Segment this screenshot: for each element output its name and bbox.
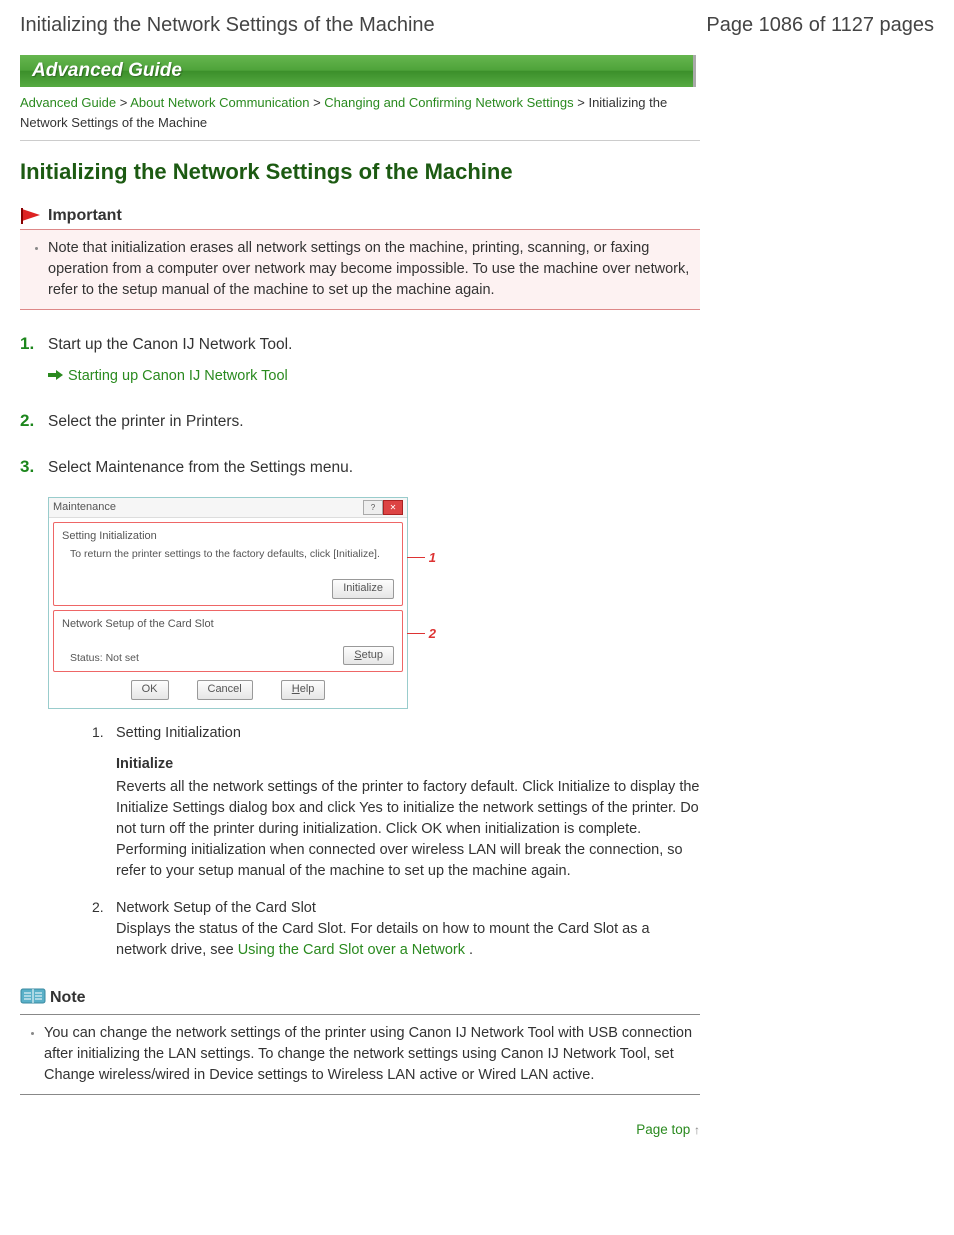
page-indicator: Page 1086 of 1127 pages	[706, 14, 934, 37]
page-header-title: Initializing the Network Settings of the…	[20, 14, 435, 37]
note-text: You can change the network settings of t…	[44, 1023, 694, 1086]
note-heading: Note	[20, 987, 700, 1010]
close-icon[interactable]: ✕	[383, 500, 403, 515]
detail-title: Network Setup of the Card Slot	[116, 900, 316, 916]
detail-bold: Initialize	[116, 754, 700, 775]
up-arrow-icon: ↑	[694, 1123, 700, 1137]
step-number: 3.	[20, 457, 38, 977]
setup-button[interactable]: SSetupetup	[343, 646, 394, 665]
divider	[20, 140, 700, 141]
section-title: Network Setup of the Card Slot	[62, 617, 394, 632]
note-box: You can change the network settings of t…	[20, 1014, 700, 1095]
detail-item-1: 1. Setting Initialization Initialize Rev…	[92, 723, 700, 882]
starting-up-link[interactable]: Starting up Canon IJ Network Tool	[68, 366, 288, 386]
card-slot-link[interactable]: Using the Card Slot over a Network	[238, 942, 465, 958]
step-number: 1.	[20, 334, 38, 387]
help-button[interactable]: HelpHelp	[281, 680, 326, 699]
callout-1: 1	[407, 549, 436, 567]
dialog-section-init: Setting Initialization To return the pri…	[53, 522, 403, 605]
status-label: Status: Not set	[62, 651, 139, 666]
ok-button[interactable]: OK	[131, 680, 169, 699]
callout-2: 2	[407, 625, 436, 643]
step-2: 2. Select the printer in Printers.	[20, 411, 700, 433]
breadcrumb-sep: >	[313, 95, 324, 110]
important-heading: Important	[20, 207, 700, 225]
breadcrumb-sep: >	[120, 95, 131, 110]
step-number: 2.	[20, 411, 38, 433]
detail-body-suffix: .	[469, 942, 473, 958]
important-label: Important	[48, 207, 122, 225]
detail-num: 2.	[92, 898, 108, 961]
section-sub: To return the printer settings to the fa…	[62, 547, 394, 562]
maintenance-dialog: 1 2 Maintenance ? ✕ Setting Initializati…	[48, 497, 408, 709]
step-text: Select Maintenance from the Settings men…	[48, 457, 700, 479]
flag-icon	[20, 207, 44, 225]
dialog-title: Maintenance	[53, 500, 116, 515]
detail-body: Reverts all the network settings of the …	[116, 779, 700, 879]
initialize-button[interactable]: Initialize	[332, 579, 394, 598]
step-3: 3. Select Maintenance from the Settings …	[20, 457, 700, 977]
banner-advanced-guide: Advanced Guide	[20, 55, 696, 87]
important-text: Note that initialization erases all netw…	[48, 238, 690, 301]
detail-title: Setting Initialization	[116, 725, 241, 741]
help-icon[interactable]: ?	[363, 500, 383, 515]
step-text: Start up the Canon IJ Network Tool.	[48, 334, 700, 356]
important-box: Note that initialization erases all netw…	[20, 229, 700, 310]
section-title: Setting Initialization	[62, 529, 394, 544]
step-1: 1. Start up the Canon IJ Network Tool. S…	[20, 334, 700, 387]
breadcrumb-link-2[interactable]: About Network Communication	[130, 95, 309, 110]
note-label: Note	[50, 989, 86, 1007]
cancel-button[interactable]: Cancel	[197, 680, 253, 699]
page-title: Initializing the Network Settings of the…	[20, 159, 700, 185]
dialog-section-cardslot: Network Setup of the Card Slot Status: N…	[53, 610, 403, 673]
note-icon	[20, 987, 46, 1010]
breadcrumb-sep: >	[577, 95, 588, 110]
breadcrumb: Advanced Guide > About Network Communica…	[20, 93, 700, 132]
detail-item-2: 2. Network Setup of the Card Slot Displa…	[92, 898, 700, 961]
arrow-right-icon	[48, 366, 64, 388]
step-text: Select the printer in Printers.	[48, 411, 700, 433]
breadcrumb-link-3[interactable]: Changing and Confirming Network Settings	[324, 95, 573, 110]
detail-num: 1.	[92, 723, 108, 882]
page-top-link[interactable]: Page top ↑	[636, 1122, 700, 1137]
breadcrumb-link-1[interactable]: Advanced Guide	[20, 95, 116, 110]
